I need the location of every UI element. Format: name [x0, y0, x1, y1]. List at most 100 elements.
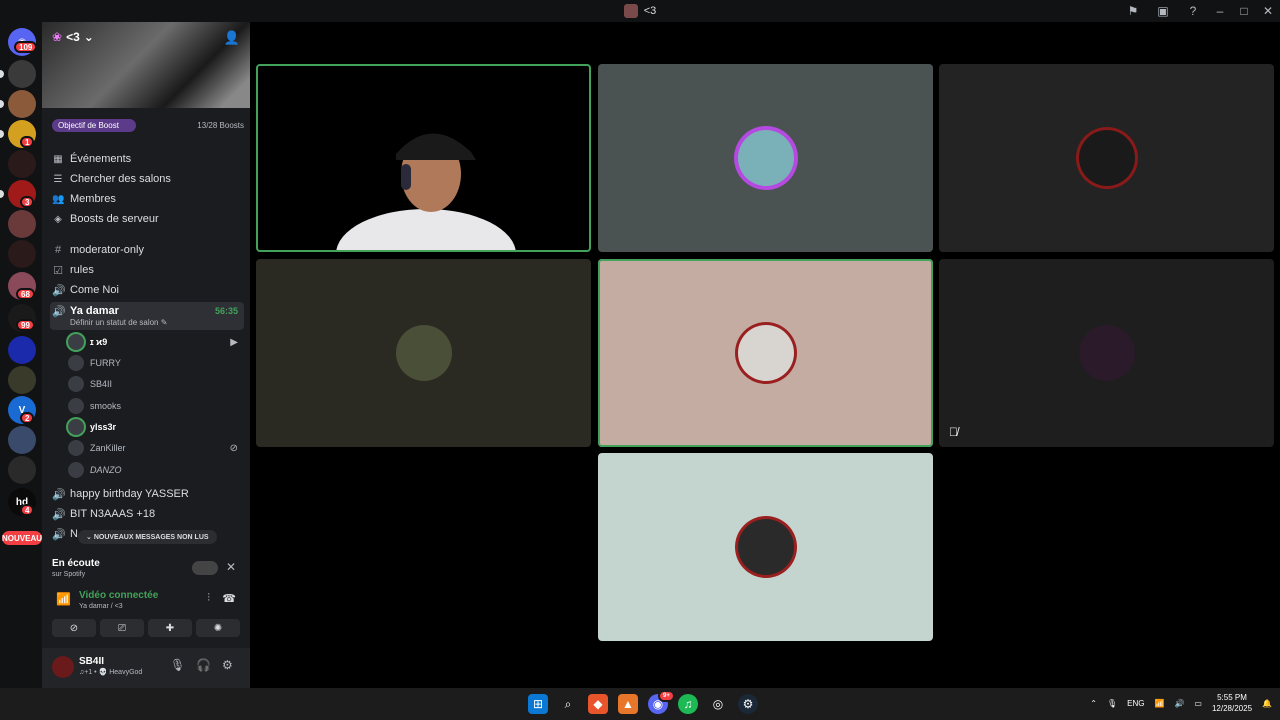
menu-events[interactable]: ▦ Événements [52, 150, 131, 168]
video-tile[interactable] [598, 453, 933, 641]
channel-happy-birthday[interactable]: 🔊 happy birthday YASSER [50, 485, 244, 503]
microphone-icon[interactable]: 🎙 [1107, 699, 1117, 708]
video-tile[interactable] [598, 64, 933, 252]
set-channel-status[interactable]: Définir un statut de salon ✎ [70, 318, 167, 327]
invite-icon[interactable]: 👤 [224, 30, 240, 46]
close-icon[interactable]: ✕ [226, 560, 236, 574]
server-icon[interactable] [8, 90, 36, 118]
headphones-icon[interactable]: 🎧 [196, 658, 211, 672]
inbox-icon[interactable]: ⚑ [1118, 0, 1148, 22]
server-list: ◉ 109 1 3 68 99 V 2 hd 4 NOUVEAU [0, 22, 42, 688]
custom-status: ♫+1 • 💀 HeavyGod [79, 669, 143, 676]
spotify-icon[interactable]: ♫ [678, 694, 698, 714]
voice-user[interactable]: ZanKiller ⊘ [68, 438, 244, 458]
server-icon[interactable] [8, 210, 36, 238]
voice-user[interactable]: FURRY [68, 353, 244, 373]
chevron-up-icon[interactable]: ⌃ [1090, 699, 1097, 708]
activities-icon[interactable]: ✚ [148, 619, 192, 637]
video-tile[interactable]: 🎙̸ [939, 259, 1274, 447]
avatar [68, 419, 84, 435]
avatar [737, 519, 794, 575]
unread-pip [0, 130, 4, 138]
voice-user[interactable]: ɪ ϰ9 ▶ [68, 332, 244, 352]
video-tile-camera[interactable] [256, 64, 591, 252]
username[interactable]: SB4II [79, 656, 104, 667]
app-icon[interactable]: ▲ [618, 694, 638, 714]
channel-moderator-only[interactable]: # moderator-only [50, 241, 244, 259]
maximize-icon[interactable]: □ [1232, 0, 1256, 22]
settings-gear-icon[interactable]: ⚙ [222, 658, 233, 672]
avatar [68, 440, 84, 456]
discord-icon[interactable]: ◉ 9+ [648, 690, 675, 714]
video-tile[interactable] [256, 259, 591, 447]
close-icon[interactable]: ✕ [1256, 0, 1280, 22]
server-badge: 3 [20, 196, 35, 208]
voice-user[interactable]: ylss3r [68, 417, 244, 437]
menu-server-boosts[interactable]: ◈ Boosts de serveur [52, 210, 159, 228]
video-tile[interactable] [598, 259, 933, 447]
voice-user[interactable]: DANZO [68, 460, 244, 480]
signal-icon[interactable]: 📶 [56, 592, 71, 606]
help-icon[interactable]: ? [1178, 0, 1208, 22]
battery-icon[interactable]: ▭ [1194, 699, 1202, 708]
channel-bit-n3aaas[interactable]: 🔊 BIT N3AAAS +18 [50, 505, 244, 523]
server-icon[interactable] [8, 336, 36, 364]
webcam-feed [336, 133, 516, 252]
voice-user[interactable]: smooks [68, 396, 244, 416]
microphone-icon[interactable]: 🎙 [170, 658, 185, 672]
search-icon[interactable]: ⌕ [558, 694, 578, 714]
new-unread-pill[interactable]: NOUVEAU [2, 531, 42, 545]
server-icon[interactable] [8, 456, 36, 484]
screen-share-icon[interactable]: ⎚ [100, 619, 144, 637]
avatar[interactable] [52, 656, 74, 678]
server-banner[interactable]: ❀ <3 ⌄ 👤 [42, 22, 250, 108]
minimize-icon[interactable]: – [1208, 0, 1232, 22]
server-badge: 68 [16, 288, 35, 300]
volume-icon[interactable]: 🔊 [1174, 699, 1184, 708]
language-indicator[interactable]: ENG [1127, 699, 1144, 708]
disconnect-icon[interactable]: ☎ [222, 592, 236, 605]
boost-progress[interactable]: Objectif de Boost 13/28 Boosts [52, 118, 244, 132]
camera-icon: ▶ [230, 336, 238, 348]
video-tile[interactable] [939, 64, 1274, 252]
server-icon[interactable] [8, 366, 36, 394]
clock[interactable]: 5:55 PM 12/28/2025 [1212, 692, 1252, 714]
windows-start-icon[interactable]: ⊞ [528, 694, 548, 714]
title-bar: <3 ⚑ ▣ ? – □ ✕ [0, 0, 1280, 22]
window-title: <3 [643, 5, 657, 17]
stream-icon[interactable]: ▣ [1148, 0, 1178, 22]
menu-members[interactable]: 👥 Membres [52, 190, 116, 208]
noise-suppression-icon[interactable]: ⫶ [207, 592, 210, 605]
avatar [68, 376, 84, 392]
steam-icon[interactable]: ⚙ [738, 694, 758, 714]
channel-rules[interactable]: ☑ rules [50, 261, 244, 279]
voice-status[interactable]: Vidéo connectée [79, 590, 158, 601]
system-tray: ⌃ 🎙 ENG 📶 🔊 ▭ 5:55 PM 12/28/2025 🔔 [1090, 692, 1272, 714]
server-icon[interactable] [8, 60, 36, 88]
unread-pip [0, 190, 4, 198]
notifications-icon[interactable]: 🔔 [1262, 699, 1272, 708]
chevron-down-icon: ⌄ [83, 30, 94, 44]
soundboard-icon[interactable]: ✺ [196, 619, 240, 637]
app-icon[interactable]: ◎ [708, 694, 728, 714]
new-messages-pill[interactable]: ⌄ NOUVEAUX MESSAGES NON LUS [78, 530, 217, 544]
voice-location[interactable]: Ya damar / <3 [79, 603, 123, 610]
server-icon[interactable] [8, 150, 36, 178]
boost-goal-label: Objectif de Boost [52, 118, 136, 132]
voice-icon: 🔊 [52, 528, 66, 541]
server-name[interactable]: ❀ <3 ⌄ [52, 30, 94, 44]
channel-ya-damar[interactable]: 🔊 Ya damar 56:35 Définir un statut de sa… [50, 302, 244, 330]
avatar [1078, 325, 1135, 381]
wifi-icon[interactable]: 📶 [1154, 699, 1164, 708]
text-channel-icon: # [54, 244, 62, 256]
camera-off-icon[interactable]: ⊘ [52, 619, 96, 637]
channel-come-noi[interactable]: 🔊 Come Noi [50, 281, 244, 299]
listening-avatars[interactable] [192, 561, 218, 575]
server-icon[interactable] [8, 426, 36, 454]
voice-user[interactable]: SB4II [68, 374, 244, 394]
pencil-icon: ✎ [160, 318, 168, 327]
menu-browse-channels[interactable]: ☰ Chercher des salons [52, 170, 171, 188]
server-icon[interactable] [8, 240, 36, 268]
avatar [68, 355, 84, 371]
brave-browser-icon[interactable]: ◆ [588, 694, 608, 714]
